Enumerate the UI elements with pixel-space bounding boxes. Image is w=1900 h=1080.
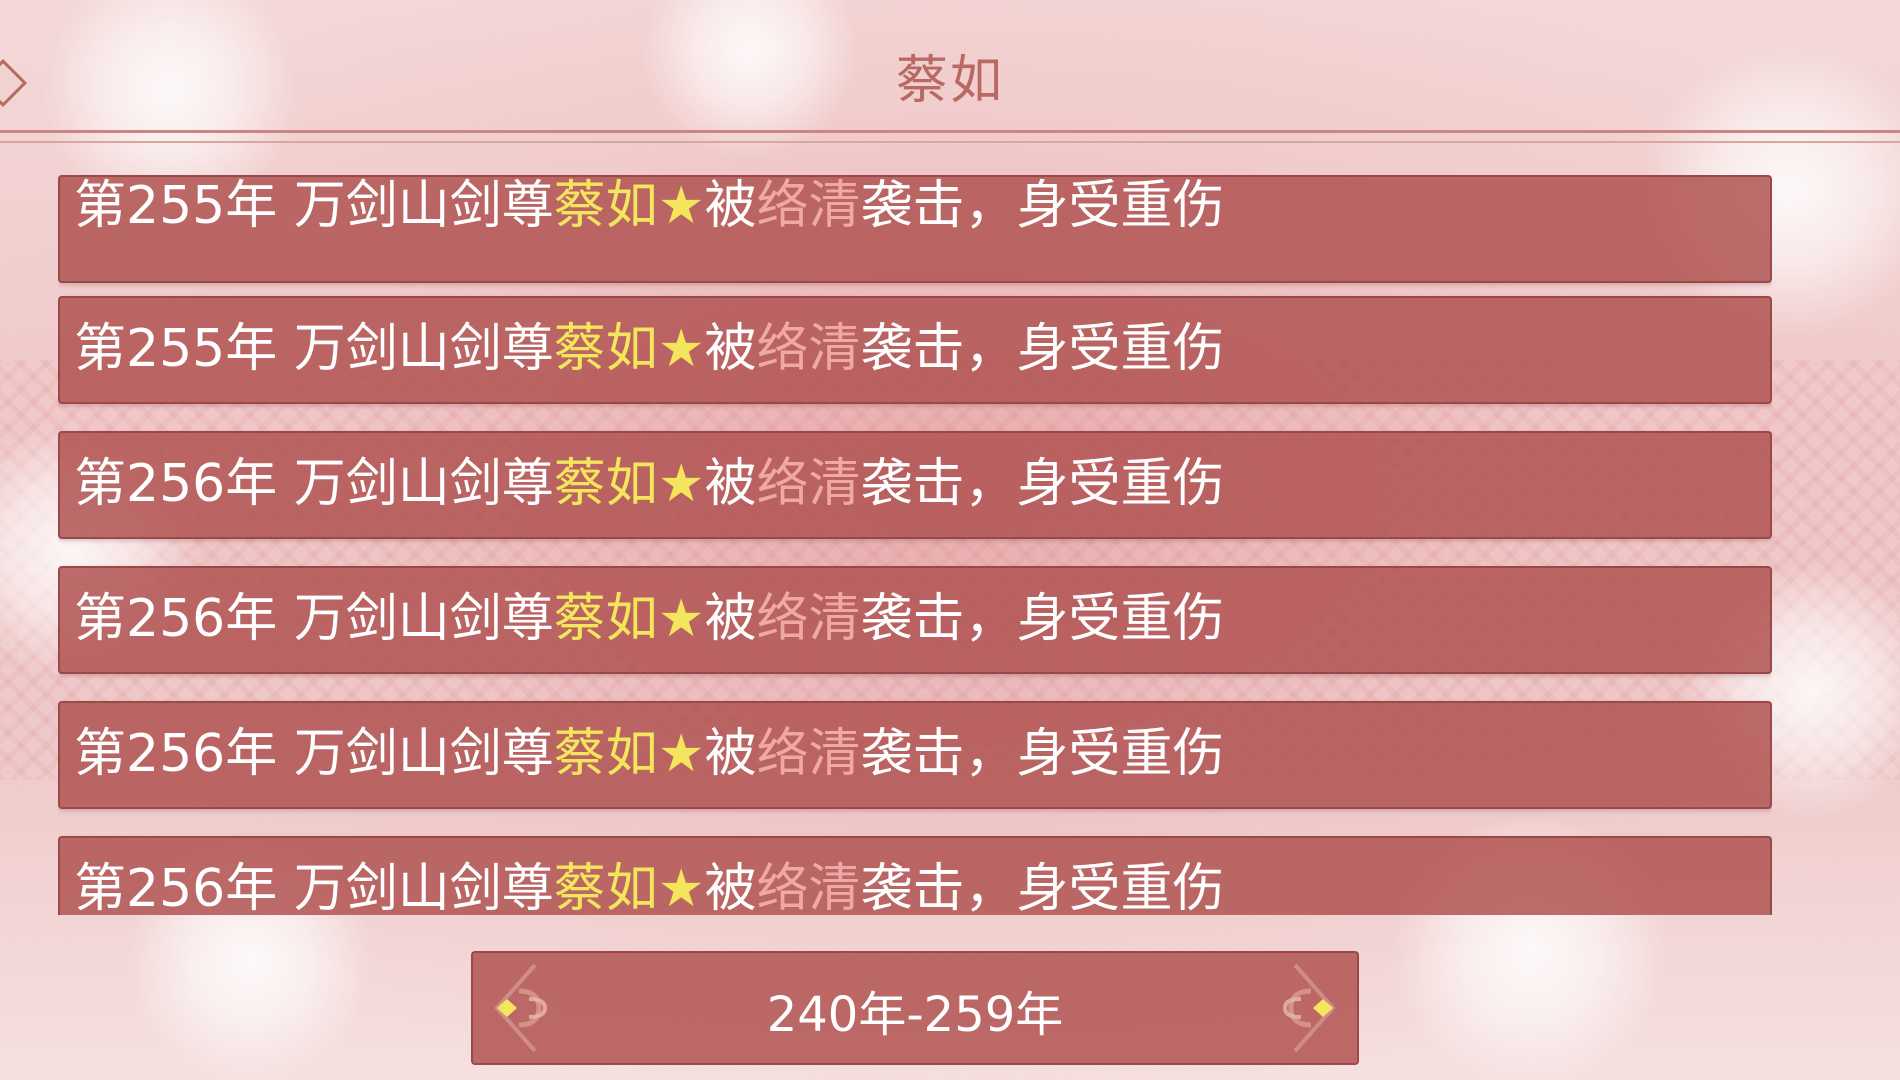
event-row: 第256年 万剑山剑尊蔡如★被络清袭击，身受重伤 (58, 566, 1772, 674)
event-mid: 被 (704, 454, 757, 514)
character-name: 蔡如 (553, 454, 658, 514)
event-list[interactable]: 第255年 万剑山剑尊蔡如★被络清袭击，身受重伤 第255年 万剑山剑尊蔡如★被… (58, 175, 1772, 915)
event-prefix: 第255年 万剑山剑尊 (74, 319, 554, 379)
star-icon: ★ (657, 859, 705, 915)
event-mid: 被 (704, 319, 757, 379)
event-row: 第256年 万剑山剑尊蔡如★被络清袭击，身受重伤 (58, 836, 1772, 915)
header-divider (0, 130, 1900, 143)
star-icon: ★ (657, 454, 705, 514)
event-prefix: 第255年 万剑山剑尊 (74, 176, 554, 236)
year-range-label: 240年-259年 (766, 987, 1064, 1043)
event-text: 第256年 万剑山剑尊蔡如★被络清袭击，身受重伤 (74, 584, 1224, 654)
event-mid: 被 (704, 589, 757, 649)
event-prefix: 第256年 万剑山剑尊 (74, 724, 554, 784)
event-row: 第255年 万剑山剑尊蔡如★被络清袭击，身受重伤 (58, 175, 1772, 283)
event-suffix: 袭击，身受重伤 (860, 859, 1225, 915)
event-suffix: 袭击，身受重伤 (860, 319, 1225, 379)
star-icon: ★ (657, 176, 705, 236)
next-page-icon[interactable] (1249, 961, 1341, 1055)
attacker-name: 络清 (756, 176, 861, 236)
event-suffix: 袭击，身受重伤 (860, 589, 1225, 649)
event-prefix: 第256年 万剑山剑尊 (74, 859, 554, 915)
event-mid: 被 (704, 859, 757, 915)
event-row: 第256年 万剑山剑尊蔡如★被络清袭击，身受重伤 (58, 701, 1772, 809)
event-prefix: 第256年 万剑山剑尊 (74, 454, 554, 514)
event-suffix: 袭击，身受重伤 (860, 724, 1225, 784)
event-text: 第255年 万剑山剑尊蔡如★被络清袭击，身受重伤 (74, 314, 1224, 384)
event-text: 第256年 万剑山剑尊蔡如★被络清袭击，身受重伤 (74, 449, 1224, 519)
attacker-name: 络清 (756, 589, 861, 649)
attacker-name: 络清 (756, 454, 861, 514)
attacker-name: 络清 (756, 319, 861, 379)
character-name: 蔡如 (553, 859, 658, 915)
event-text: 第256年 万剑山剑尊蔡如★被络清袭击，身受重伤 (74, 854, 1224, 915)
attacker-name: 络清 (756, 724, 861, 784)
character-name: 蔡如 (553, 724, 658, 784)
event-row: 第256年 万剑山剑尊蔡如★被络清袭击，身受重伤 (58, 431, 1772, 539)
event-text: 第256年 万剑山剑尊蔡如★被络清袭击，身受重伤 (74, 719, 1224, 789)
event-row: 第255年 万剑山剑尊蔡如★被络清袭击，身受重伤 (58, 296, 1772, 404)
event-mid: 被 (704, 724, 757, 784)
character-name: 蔡如 (553, 176, 658, 236)
event-mid: 被 (704, 176, 757, 236)
event-text: 第255年 万剑山剑尊蔡如★被络清袭击，身受重伤 (74, 175, 1224, 241)
star-icon: ★ (657, 319, 705, 379)
attacker-name: 络清 (756, 859, 861, 915)
event-prefix: 第256年 万剑山剑尊 (74, 589, 554, 649)
character-name: 蔡如 (553, 319, 658, 379)
star-icon: ★ (657, 724, 705, 784)
star-icon: ★ (657, 589, 705, 649)
year-range-pager: 240年-259年 (471, 951, 1359, 1065)
page-title: 蔡如 (895, 51, 1004, 111)
character-name: 蔡如 (553, 589, 658, 649)
event-suffix: 袭击，身受重伤 (860, 454, 1225, 514)
event-suffix: 袭击，身受重伤 (860, 176, 1225, 236)
header-bar: 蔡如 (0, 0, 1900, 143)
